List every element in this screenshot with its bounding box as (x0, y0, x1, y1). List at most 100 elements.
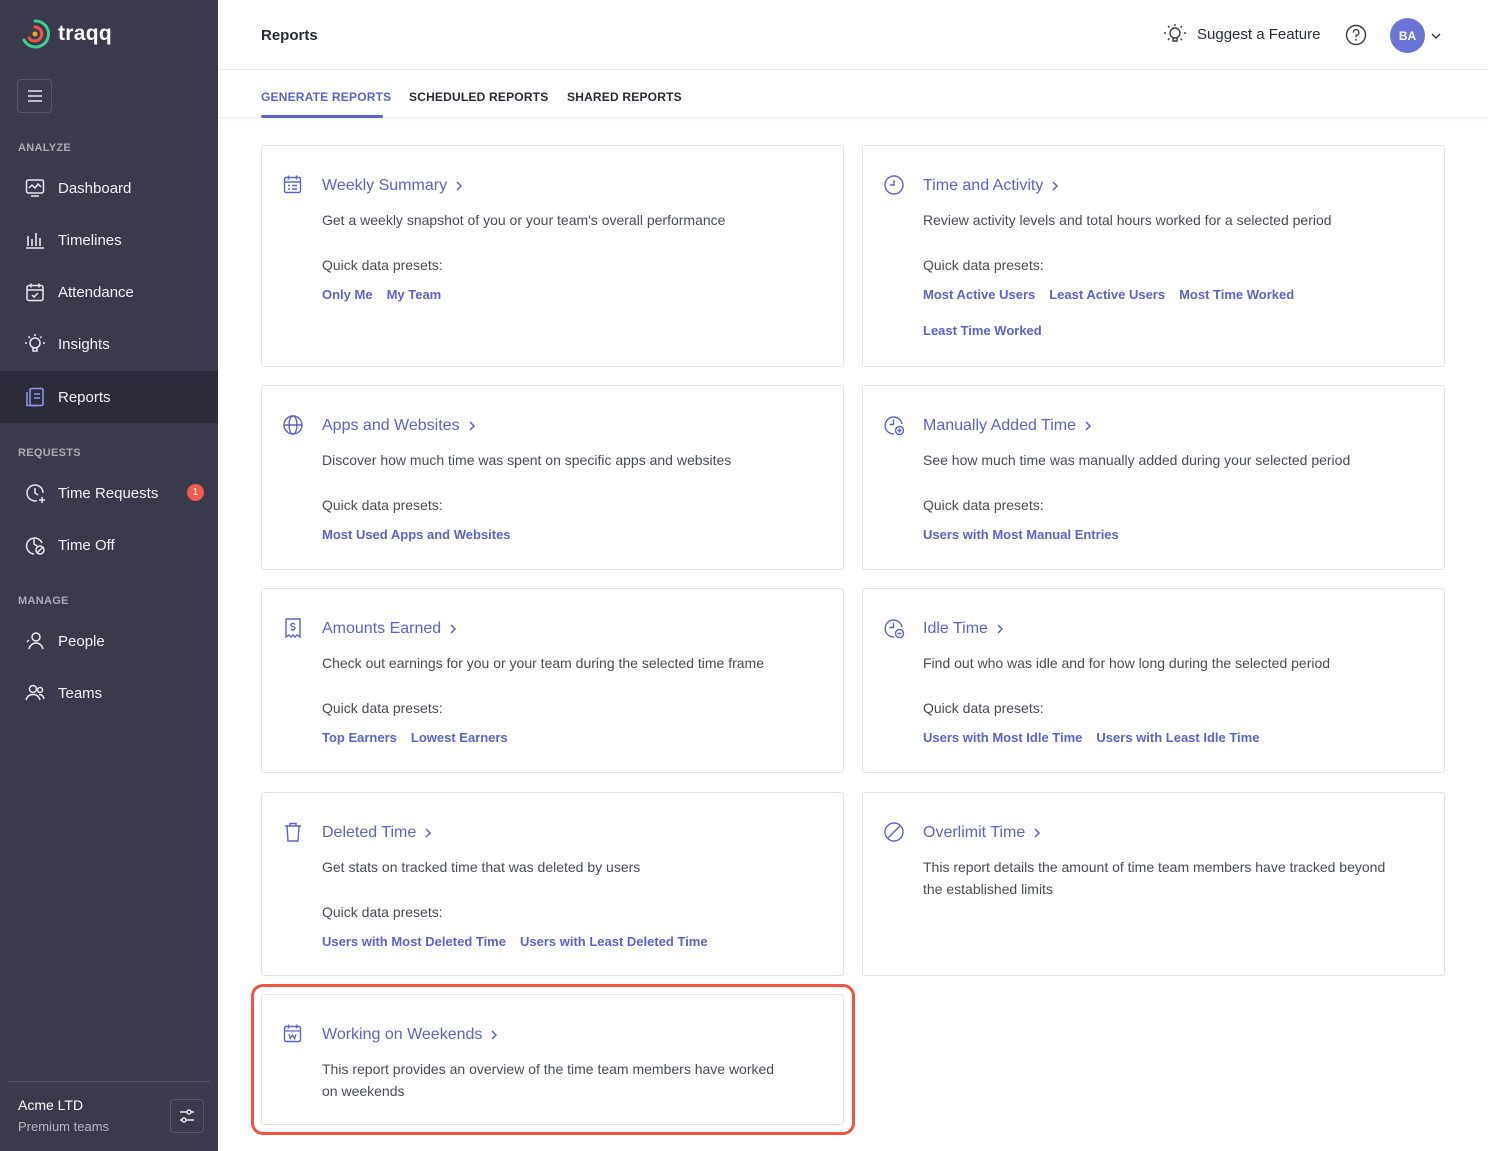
preset-link[interactable]: Least Active Users (1049, 287, 1165, 302)
report-description: Get stats on tracked time that was delet… (322, 859, 641, 875)
presets-label: Quick data presets: (322, 904, 443, 920)
preset-list: Most Used Apps and Websites (322, 527, 511, 542)
presets-label: Quick data presets: (923, 497, 1044, 513)
sidebar-footer-divider (8, 1081, 210, 1082)
report-title: Deleted Time (322, 824, 417, 841)
presets-label: Quick data presets: (322, 257, 443, 273)
report-tabs: GENERATE REPORTS SCHEDULED REPORTS SHARE… (218, 70, 1488, 118)
time-requests-icon (24, 482, 46, 504)
sidebar-item-dashboard[interactable]: Dashboard (0, 162, 218, 214)
sidebar-item-timelines[interactable]: Timelines (0, 214, 218, 266)
traqq-logo-icon (22, 19, 50, 49)
preset-link[interactable]: Users with Least Idle Time (1096, 730, 1259, 745)
report-description: Get a weekly snapshot of you or your tea… (322, 212, 726, 228)
chevron-right-icon (1085, 421, 1092, 431)
report-card-manually-added-time: Manually Added Time See how much time wa… (862, 385, 1445, 570)
logo[interactable]: traqq (20, 18, 112, 50)
preset-link[interactable]: Top Earners (322, 730, 397, 745)
preset-link[interactable]: Users with Least Deleted Time (520, 934, 708, 949)
preset-list: Least Time Worked (923, 323, 1042, 338)
sliders-icon (180, 1109, 194, 1123)
sidebar-item-insights[interactable]: Insights (0, 318, 218, 370)
report-title: Weekly Summary (322, 177, 448, 194)
preset-link[interactable]: My Team (387, 287, 442, 302)
report-title-link[interactable]: Idle Time (923, 620, 1004, 638)
report-description: Find out who was idle and for how long d… (923, 655, 1331, 671)
sidebar-item-attendance[interactable]: Attendance (0, 266, 218, 318)
organization-settings-button[interactable] (170, 1099, 204, 1133)
report-card-weekly-summary: Weekly Summary Get a weekly snapshot of … (261, 145, 844, 367)
preset-list: Users with Most Manual Entries (923, 527, 1119, 542)
presets-label: Quick data presets: (923, 257, 1044, 273)
preset-list: Users with Most Idle Time Users with Lea… (923, 730, 1259, 745)
account-menu-toggle[interactable] (1430, 29, 1442, 47)
sidebar-item-time-off[interactable]: Time Off (0, 519, 218, 571)
page-title: Reports (261, 27, 318, 44)
sidebar-item-label: Insights (58, 335, 110, 353)
chevron-right-icon (425, 828, 432, 838)
preset-link[interactable]: Users with Most Manual Entries (923, 527, 1119, 542)
preset-link[interactable]: Most Used Apps and Websites (322, 527, 511, 542)
chevron-right-icon (997, 624, 1003, 634)
report-title-link[interactable]: Weekly Summary (322, 177, 463, 195)
preset-link[interactable]: Only Me (322, 287, 373, 302)
report-title-link[interactable]: Time and Activity (923, 177, 1059, 195)
sidebar-item-reports[interactable]: Reports (0, 371, 218, 423)
tab-generate-reports[interactable]: GENERATE REPORTS (261, 90, 391, 104)
report-title-link[interactable]: Deleted Time (322, 824, 432, 842)
attendance-icon (24, 281, 46, 303)
report-title: Amounts Earned (322, 620, 442, 637)
user-avatar[interactable]: BA (1390, 18, 1425, 53)
organization-plan: Premium teams (18, 1119, 110, 1134)
suggest-feature-button[interactable]: Suggest a Feature (1163, 22, 1320, 46)
report-description: Review activity levels and total hours w… (923, 212, 1332, 228)
preset-list: Top Earners Lowest Earners (322, 730, 508, 745)
preset-link[interactable]: Least Time Worked (923, 323, 1042, 338)
menu-toggle-button[interactable] (17, 79, 52, 113)
report-card-idle-time: Idle Time Find out who was idle and for … (862, 588, 1445, 773)
preset-link[interactable]: Users with Most Deleted Time (322, 934, 506, 949)
preset-list: Users with Most Deleted Time Users with … (322, 934, 708, 949)
report-title-link[interactable]: Amounts Earned (322, 620, 457, 638)
sidebar-item-label: Time Off (58, 536, 115, 554)
report-title-link[interactable]: Overlimit Time (923, 824, 1041, 842)
clock-idle-icon (884, 619, 905, 639)
receipt-dollar-icon (285, 618, 301, 639)
report-card-apps-and-websites: Apps and Websites Discover how much time… (261, 385, 844, 570)
chevron-right-icon (456, 181, 463, 191)
clock-icon (884, 175, 904, 195)
report-description: Discover how much time was spent on spec… (322, 452, 732, 468)
sidebar-item-teams[interactable]: Teams (0, 667, 218, 719)
time-off-icon (24, 534, 46, 556)
organization-name: Acme LTD (18, 1097, 84, 1113)
sidebar-item-label: Time Requests (58, 484, 159, 502)
people-icon (24, 630, 46, 652)
sidebar-item-label: Reports (58, 388, 111, 406)
help-button[interactable] (1345, 24, 1367, 51)
chevron-right-icon (469, 421, 475, 431)
dashboard-icon (24, 177, 46, 199)
sidebar: traqq ANALYZE Dashboard Timelines Attend… (0, 0, 218, 1151)
report-description: This report details the amount of time t… (923, 859, 1386, 897)
sidebar-item-people[interactable]: People (0, 615, 218, 667)
lightbulb-icon (1164, 24, 1186, 42)
report-title: Overlimit Time (923, 824, 1026, 841)
chevron-down-icon (1431, 33, 1441, 40)
sidebar-item-label: Teams (58, 684, 103, 702)
teams-icon (24, 682, 46, 704)
timelines-icon (24, 229, 46, 251)
report-title-link[interactable]: Manually Added Time (923, 417, 1092, 435)
tab-scheduled-reports[interactable]: SCHEDULED REPORTS (409, 90, 548, 104)
tab-shared-reports[interactable]: SHARED REPORTS (567, 90, 682, 104)
preset-link[interactable]: Users with Most Idle Time (923, 730, 1082, 745)
preset-link[interactable]: Most Active Users (923, 287, 1035, 302)
sidebar-item-time-requests[interactable]: Time Requests (0, 467, 218, 519)
preset-link[interactable]: Lowest Earners (411, 730, 508, 745)
section-label-requests: REQUESTS (18, 447, 81, 459)
presets-label: Quick data presets: (923, 700, 1044, 716)
report-card-overlimit-time: Overlimit Time This report details the a… (862, 792, 1445, 976)
preset-link[interactable]: Most Time Worked (1179, 287, 1294, 302)
presets-label: Quick data presets: (322, 497, 443, 513)
help-icon (1345, 24, 1367, 46)
report-title-link[interactable]: Apps and Websites (322, 417, 476, 435)
